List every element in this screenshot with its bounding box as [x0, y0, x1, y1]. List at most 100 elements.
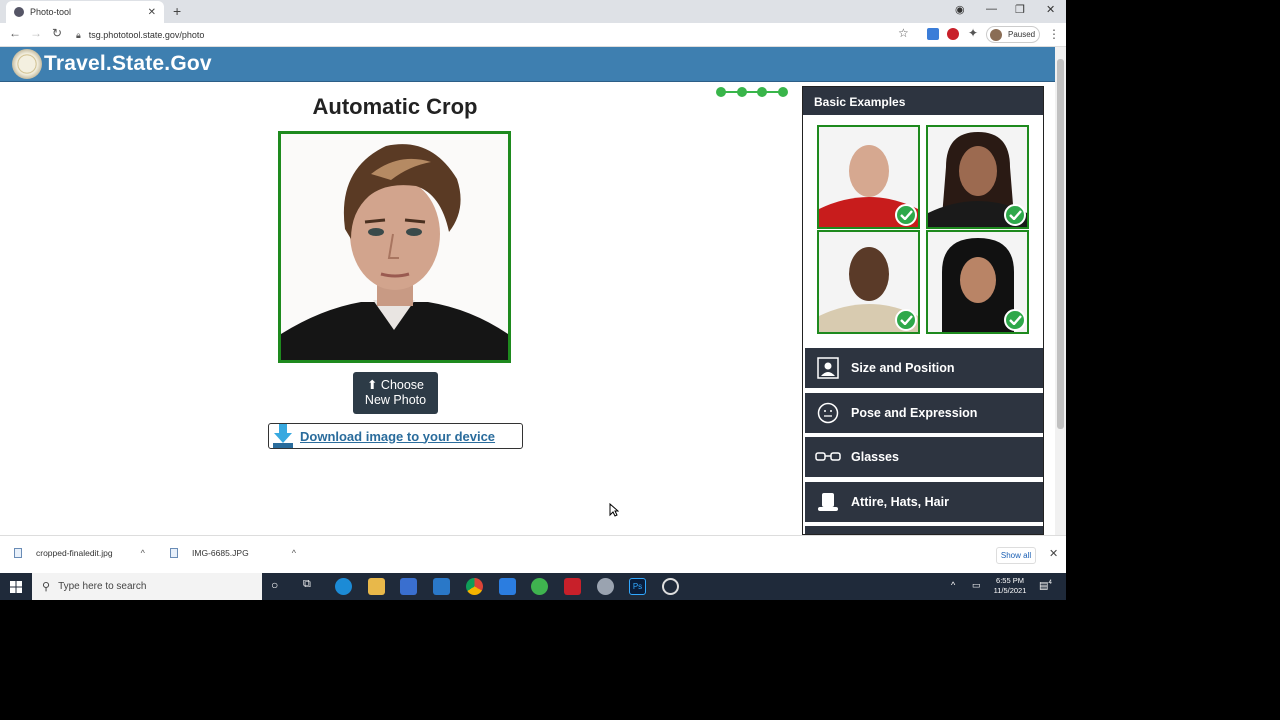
- glasses-icon: [815, 446, 841, 468]
- tab-close-icon[interactable]: ✕: [148, 7, 156, 18]
- accordion-label: Pose and Expression: [851, 406, 978, 420]
- profile-avatar: [990, 28, 1002, 41]
- chevron-up-icon[interactable]: ^: [141, 548, 145, 558]
- chrome-icon[interactable]: [466, 578, 483, 595]
- file-explorer-icon[interactable]: [368, 578, 385, 595]
- site-header: Travel.State.Gov: [0, 47, 1055, 82]
- choose-new-photo-button[interactable]: ⬆︎ Choose New Photo: [353, 372, 438, 414]
- guidelines-panel: Basic Examples Size and Position Pose an…: [802, 86, 1044, 535]
- browser-tab-strip: Photo-tool ✕ + ◉ — ❐ ✕: [0, 0, 1066, 23]
- address-bar[interactable]: 🔒︎ tsg.phototool.state.gov/photo: [76, 26, 916, 44]
- mouse-cursor-icon: [609, 503, 619, 517]
- approved-check-icon: [1004, 204, 1026, 226]
- accordion-label: Glasses: [851, 450, 899, 464]
- site-favicon-icon: [14, 7, 24, 17]
- example-photo-2[interactable]: [926, 125, 1029, 229]
- accordion-label: Attire, Hats, Hair: [851, 495, 949, 509]
- task-view-icon[interactable]: ⧉: [303, 578, 311, 591]
- download-item[interactable]: IMG-6685.JPG ^: [170, 548, 296, 558]
- browser-toolbar: ← → ↻ 🔒︎ tsg.phototool.state.gov/photo ☆…: [0, 23, 1066, 47]
- extensions-puzzle-icon[interactable]: ✦: [968, 26, 978, 40]
- search-icon: ⚲: [42, 581, 51, 593]
- state-department-seal-logo[interactable]: [12, 49, 42, 79]
- download-link-label: Download image to your device: [300, 428, 496, 444]
- app-outline-icon[interactable]: [662, 578, 679, 595]
- taskbar-search-input[interactable]: ⚲ Type here to search: [32, 573, 262, 600]
- browser-menu-icon[interactable]: ⋮: [1048, 27, 1060, 41]
- browser-tab[interactable]: Photo-tool ✕: [6, 1, 164, 23]
- page-scrollbar[interactable]: [1055, 47, 1066, 535]
- upload-icon: ⬆︎: [366, 378, 381, 392]
- store-icon[interactable]: [400, 578, 417, 595]
- acrobat-icon[interactable]: [564, 578, 581, 595]
- tray-chevron-up-icon[interactable]: ^: [951, 580, 955, 590]
- opera-extension-icon[interactable]: [947, 28, 959, 40]
- accordion-attire-hats-hair[interactable]: Attire, Hats, Hair: [805, 482, 1043, 522]
- tab-title: Photo-tool: [30, 7, 72, 17]
- reload-icon[interactable]: ↻: [52, 26, 62, 40]
- progress-step-dot: [716, 87, 726, 97]
- minimize-icon[interactable]: —: [986, 3, 997, 15]
- app-green-icon[interactable]: [531, 578, 548, 595]
- download-image-link[interactable]: Download image to your device: [268, 423, 523, 449]
- cortana-icon[interactable]: ○: [271, 578, 278, 592]
- app-gray-icon[interactable]: [597, 578, 614, 595]
- accordion-size-and-position[interactable]: Size and Position: [805, 348, 1043, 388]
- lock-icon: 🔒︎: [76, 29, 81, 40]
- site-title[interactable]: Travel.State.Gov: [44, 52, 212, 76]
- restore-icon[interactable]: ❐: [1015, 3, 1025, 16]
- accordion-next-item[interactable]: [805, 526, 1043, 534]
- example-photo-4[interactable]: [926, 230, 1029, 334]
- face-icon: [815, 402, 841, 424]
- show-all-button[interactable]: Show all: [996, 547, 1036, 564]
- mail-icon[interactable]: [499, 578, 516, 595]
- tab-search-icon[interactable]: ◉: [955, 3, 965, 16]
- scrollbar-thumb[interactable]: [1057, 59, 1064, 429]
- approved-check-icon: [895, 309, 917, 331]
- photoshop-icon[interactable]: Ps: [629, 578, 646, 595]
- taskbar-clock[interactable]: 6:55 PM 11/5/2021: [990, 576, 1030, 596]
- approved-check-icon: [895, 204, 917, 226]
- page-title: Automatic Crop: [312, 94, 478, 119]
- example-photo-3[interactable]: [817, 230, 920, 334]
- panel-header: Basic Examples: [803, 87, 1043, 115]
- portrait-icon: [815, 357, 841, 379]
- profile-status: Paused: [1008, 30, 1036, 39]
- image-file-icon: [14, 548, 22, 558]
- progress-step-dot: [737, 87, 747, 97]
- back-icon[interactable]: ←: [9, 26, 21, 40]
- forward-icon[interactable]: →: [30, 26, 42, 40]
- example-photo-1[interactable]: [817, 125, 920, 229]
- clock-time: 6:55 PM: [996, 576, 1024, 585]
- download-filename: cropped-finaledit.jpg: [36, 548, 113, 558]
- windows-start-icon[interactable]: [10, 581, 22, 593]
- new-tab-icon[interactable]: +: [173, 3, 181, 19]
- cropped-photo: [278, 131, 511, 363]
- approved-check-icon: [1004, 309, 1026, 331]
- notifications-icon[interactable]: ▤4: [1039, 580, 1052, 591]
- progress-steps: [716, 86, 788, 98]
- window-close-icon[interactable]: ✕: [1046, 3, 1055, 16]
- progress-step-dot: [778, 87, 788, 97]
- notification-count: 4: [1048, 580, 1052, 586]
- close-shelf-icon[interactable]: ✕: [1049, 547, 1058, 560]
- download-filename: IMG-6685.JPG: [192, 548, 249, 558]
- portrait-image: [281, 134, 508, 360]
- network-icon[interactable]: ▭: [972, 580, 981, 591]
- screen: Photo-tool ✕ + ◉ — ❐ ✕ ← → ↻ 🔒︎ tsg.phot…: [0, 0, 1066, 600]
- download-item[interactable]: cropped-finaledit.jpg ^: [14, 548, 145, 558]
- chevron-up-icon[interactable]: ^: [292, 548, 296, 558]
- bookmark-star-icon[interactable]: ☆: [898, 26, 909, 40]
- image-file-icon: [170, 548, 178, 558]
- search-placeholder: Type here to search: [58, 581, 147, 592]
- accordion-label: Size and Position: [851, 361, 955, 375]
- accordion-glasses[interactable]: Glasses: [805, 437, 1043, 477]
- profile-button[interactable]: Paused: [986, 26, 1040, 43]
- extension-icon[interactable]: [927, 28, 939, 40]
- accordion-pose-and-expression[interactable]: Pose and Expression: [805, 393, 1043, 433]
- vscode-icon[interactable]: [433, 578, 450, 595]
- windows-taskbar: ⚲ Type here to search ○ ⧉ Ps ^ ▭ 6:55 PM…: [0, 573, 1066, 600]
- download-arrow-icon: [273, 424, 293, 448]
- edge-icon[interactable]: [335, 578, 352, 595]
- progress-step-dot: [757, 87, 767, 97]
